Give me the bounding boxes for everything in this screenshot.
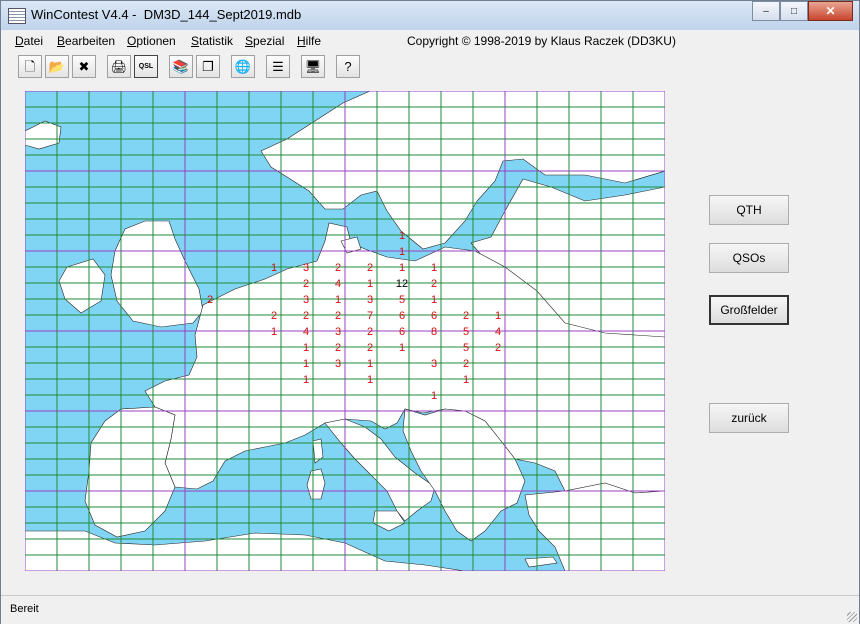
help-clock-icon: ? — [344, 59, 352, 74]
main-window: WinContest V4.4 - DM3D_144_Sept2019.mdb … — [0, 0, 860, 624]
locator-map[interactable]: 1 1 1 3 2 2 1 1 2 4 1 12 2 2 3 1 3 5 1 2 2 2 7 6 6 2 1 1 4 3 2 6 8 5 4 1 2 2 1… — [25, 91, 665, 571]
qsl-button[interactable]: QSL — [134, 55, 158, 78]
locator-count-label: 1 — [399, 230, 405, 242]
network-button[interactable]: 🖥 — [301, 55, 325, 78]
locator-count-label: 5 — [463, 326, 469, 338]
network-computers-icon: 🖥 — [304, 59, 322, 74]
locator-count-label: 4 — [303, 326, 309, 338]
locator-count-label: 1 — [399, 246, 405, 258]
locator-count-label: 1 — [431, 294, 437, 306]
app-icon[interactable] — [8, 8, 26, 24]
locator-count-label: 2 — [431, 278, 437, 290]
grossfelder-button[interactable]: Großfelder — [709, 295, 789, 325]
locator-count-label: 2 — [367, 342, 373, 354]
locator-count-label: 2 — [367, 262, 373, 274]
books-button[interactable]: 📚 — [169, 55, 193, 78]
status-text: Bereit — [10, 603, 39, 615]
books-icon: 📚 — [172, 59, 190, 74]
locator-count-label: 7 — [367, 310, 373, 322]
maximize-button[interactable]: □ — [780, 1, 808, 21]
globe-button[interactable]: 🌐 — [231, 55, 255, 78]
locator-count-label: 2 — [207, 294, 213, 306]
new-file-icon: 🗋 — [24, 59, 36, 74]
help-button[interactable]: ? — [336, 55, 360, 78]
globe-icon: 🌐 — [234, 59, 252, 74]
locator-count-label: 4 — [495, 326, 501, 338]
locator-count-label: 3 — [335, 358, 341, 370]
locator-count-label: 2 — [335, 310, 341, 322]
locator-count-label: 2 — [335, 342, 341, 354]
locator-count-label: 2 — [335, 262, 341, 274]
locator-count-label: 1 — [303, 358, 309, 370]
status-bar: Bereit — [1, 595, 859, 624]
title-bar[interactable]: WinContest V4.4 - DM3D_144_Sept2019.mdb … — [1, 1, 859, 30]
locator-map-svg[interactable]: 111 3 2 2 1 12 4 1 12 22 3 1 3 5 12 2 2 7 6 6 2 11 4 3 2 6 8 5 41 2 2 1… — [25, 91, 665, 571]
locator-count-label: 4 — [335, 278, 341, 290]
locator-count-label: 1 — [335, 294, 341, 306]
new-file-button[interactable]: 🗋 — [18, 55, 42, 78]
locator-count-label: 3 — [303, 294, 309, 306]
locator-grid — [25, 91, 665, 571]
locator-count-label: 3 — [335, 326, 341, 338]
locator-count-label: 1 — [431, 262, 437, 274]
locator-count-label: 1 — [495, 310, 501, 322]
window-title: WinContest V4.4 - DM3D_144_Sept2019.mdb — [31, 7, 302, 22]
locator-count-label: 3 — [303, 262, 309, 274]
locator-count-label: 1 — [303, 374, 309, 386]
menu-datei[interactable]: Datei — [15, 34, 43, 48]
open-folder-icon: 📂 — [48, 59, 66, 74]
qsl-icon: QSL — [138, 63, 154, 70]
print-button[interactable]: 🖨 — [107, 55, 131, 78]
delete-x-icon: ✖ — [78, 59, 90, 74]
locator-count-label: 5 — [463, 342, 469, 354]
locator-count-label: 12 — [396, 278, 408, 290]
locator-count-label: 1 — [271, 326, 277, 338]
list-grid-icon: ☰ — [272, 59, 284, 74]
locator-count-label: 2 — [463, 310, 469, 322]
qth-button[interactable]: QTH — [709, 195, 789, 225]
copy-button[interactable]: ❐ — [196, 55, 220, 78]
menu-spezial[interactable]: Spezial — [245, 34, 284, 48]
locator-count-label: 1 — [303, 342, 309, 354]
zurueck-button[interactable]: zurück — [709, 403, 789, 433]
toolbar: 🗋 📂 ✖ 🖨 QSL 📚 ❐ 🌐 ☰ 🖥 ? — [1, 52, 859, 82]
locator-count-label: 8 — [431, 326, 437, 338]
open-button[interactable]: 📂 — [45, 55, 69, 78]
locator-count-label: 1 — [399, 342, 405, 354]
locator-count-label: 2 — [303, 278, 309, 290]
menu-optionen[interactable]: Optionen — [127, 34, 176, 48]
locator-count-label: 6 — [399, 326, 405, 338]
locator-count-label: 2 — [303, 310, 309, 322]
menu-bar: Datei Bearbeiten Optionen Statistik Spez… — [1, 31, 859, 51]
locator-count-label: 1 — [431, 390, 437, 402]
locator-count-label: 2 — [495, 342, 501, 354]
resize-grip-icon[interactable] — [847, 612, 857, 622]
locator-count-label: 6 — [431, 310, 437, 322]
copy-icon: ❐ — [202, 59, 214, 74]
window-controls: – □ ✕ — [752, 1, 853, 21]
locator-count-label: 3 — [367, 294, 373, 306]
minimize-button[interactable]: – — [752, 1, 780, 21]
locator-count-label: 1 — [399, 262, 405, 274]
locator-count-label: 1 — [271, 262, 277, 274]
list-button[interactable]: ☰ — [266, 55, 290, 78]
delete-button[interactable]: ✖ — [72, 55, 96, 78]
close-button[interactable]: ✕ — [808, 1, 853, 21]
locator-count-label: 6 — [399, 310, 405, 322]
locator-count-label: 3 — [431, 358, 437, 370]
locator-count-label: 2 — [367, 326, 373, 338]
menu-bearbeiten[interactable]: Bearbeiten — [57, 34, 115, 48]
locator-count-label: 1 — [463, 374, 469, 386]
printer-icon: 🖨 — [110, 59, 128, 74]
menu-statistik[interactable]: Statistik — [191, 34, 233, 48]
locator-count-label: 1 — [367, 374, 373, 386]
locator-count-label: 2 — [271, 310, 277, 322]
qsos-button[interactable]: QSOs — [709, 243, 789, 273]
locator-count-label: 5 — [399, 294, 405, 306]
locator-count-label: 2 — [463, 358, 469, 370]
locator-count-label: 1 — [367, 358, 373, 370]
locator-count-label: 1 — [367, 278, 373, 290]
copyright-text: Copyright © 1998-2019 by Klaus Raczek (D… — [407, 34, 676, 48]
menu-hilfe[interactable]: Hilfe — [297, 34, 321, 48]
